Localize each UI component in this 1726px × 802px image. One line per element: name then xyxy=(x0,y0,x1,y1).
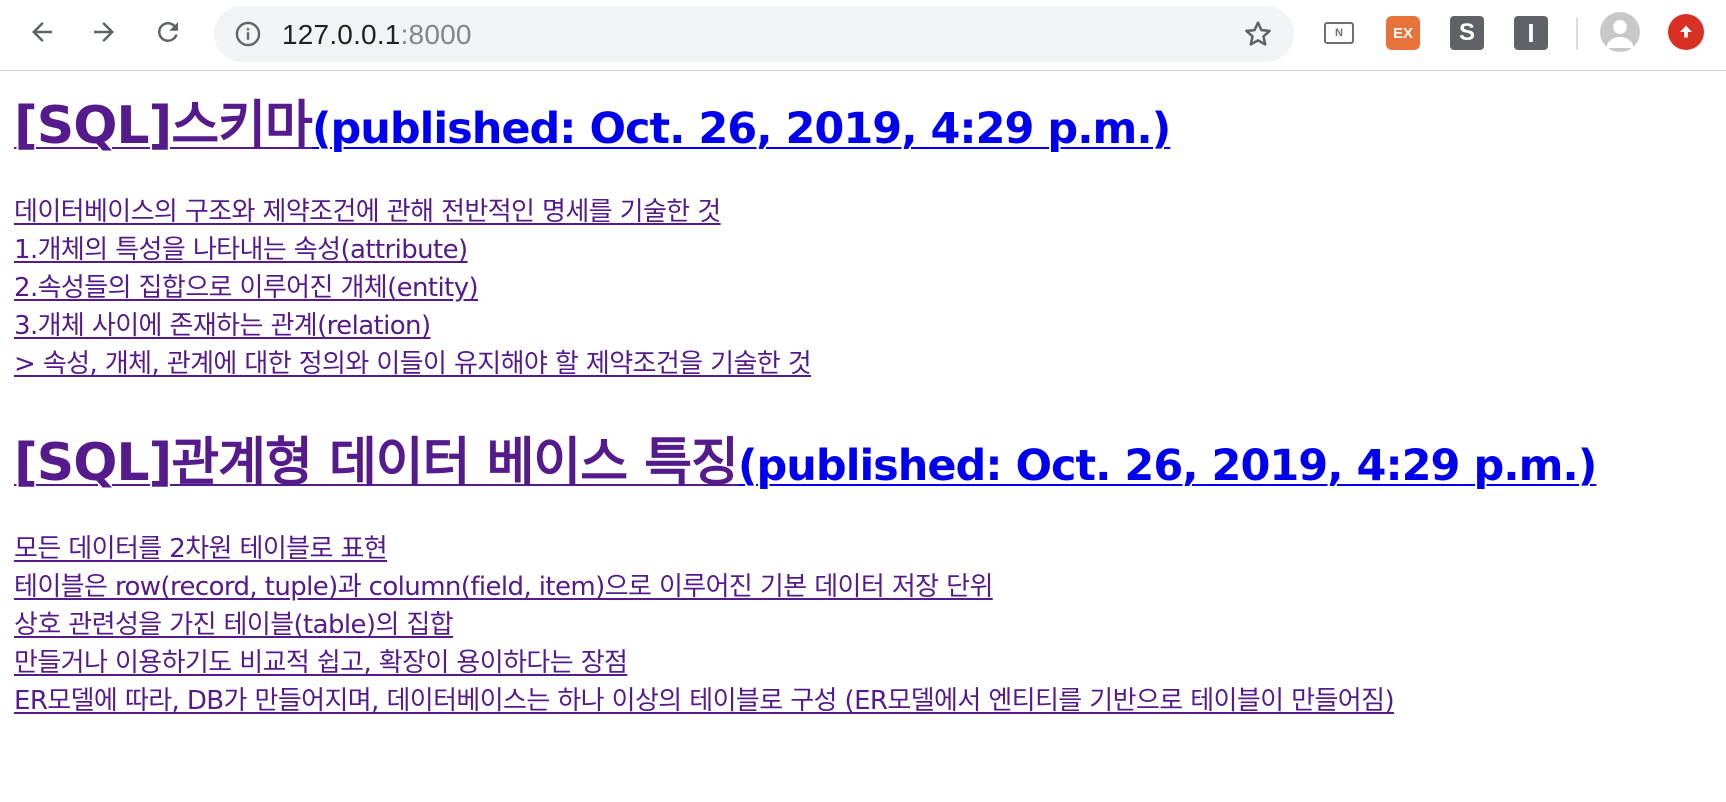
info-icon[interactable] xyxy=(234,20,262,48)
post-body: 데이터베이스의 구조와 제약조건에 관해 전반적인 명세를 기술한 것 1.개체… xyxy=(14,193,1714,383)
s-extension-icon[interactable]: S xyxy=(1450,16,1484,50)
post-title-link[interactable]: [SQL]스키마 xyxy=(14,96,313,156)
back-button[interactable] xyxy=(22,12,62,52)
naver-extension-icon[interactable]: N xyxy=(1322,16,1356,50)
url-host: 127.0.0.1 xyxy=(282,19,401,50)
post-body: 모든 데이터를 2차원 테이블로 표현 테이블은 row(record, tup… xyxy=(14,530,1714,720)
post-published-link[interactable]: (published: Oct. 26, 2019, 4:29 p.m.) xyxy=(312,104,1171,154)
post-body-line[interactable]: 만들거나 이용하기도 비교적 쉽고, 확장이 용이하다는 장점 xyxy=(14,644,1714,682)
url-port: :8000 xyxy=(400,19,472,50)
arrow-left-icon xyxy=(32,22,52,42)
post: [SQL]관계형 데이터 베이스 특징(published: Oct. 26, … xyxy=(14,407,1714,720)
forward-button[interactable] xyxy=(84,12,124,52)
post-heading: [SQL]스키마(published: Oct. 26, 2019, 4:29 … xyxy=(14,70,1714,185)
page-content: [SQL]스키마(published: Oct. 26, 2019, 4:29 … xyxy=(14,70,1714,744)
post-body-line[interactable]: 모든 데이터를 2차원 테이블로 표현 xyxy=(14,530,1714,568)
arrow-right-icon xyxy=(94,22,114,42)
update-arrow-icon[interactable] xyxy=(1668,14,1704,50)
post: [SQL]스키마(published: Oct. 26, 2019, 4:29 … xyxy=(14,70,1714,383)
i-extension-icon[interactable]: I xyxy=(1514,16,1548,50)
browser-toolbar: 127.0.0.1:8000 N EX S I xyxy=(0,0,1726,71)
ex-extension-icon[interactable]: EX xyxy=(1386,16,1420,50)
post-body-line[interactable]: 3.개체 사이에 존재하는 관계(relation) xyxy=(14,307,1714,345)
post-body-line[interactable]: 2.속성들의 집합으로 이루어진 개체(entity) xyxy=(14,269,1714,307)
post-heading: [SQL]관계형 데이터 베이스 특징(published: Oct. 26, … xyxy=(14,407,1714,522)
url-text[interactable]: 127.0.0.1:8000 xyxy=(282,19,472,51)
reload-icon xyxy=(157,21,178,42)
address-bar[interactable]: 127.0.0.1:8000 xyxy=(214,6,1294,62)
post-body-line[interactable]: 1.개체의 특성을 나타내는 속성(attribute) xyxy=(14,231,1714,269)
post-title-link[interactable]: [SQL]관계형 데이터 베이스 특징 xyxy=(14,433,739,493)
toolbar-divider xyxy=(1576,18,1578,50)
post-body-line[interactable]: > 속성, 개체, 관계에 대한 정의와 이들이 유지해야 할 제약조건을 기술… xyxy=(14,345,1714,383)
star-icon[interactable] xyxy=(1242,18,1274,50)
reload-button[interactable] xyxy=(148,12,188,52)
avatar-icon[interactable] xyxy=(1600,12,1640,52)
post-body-line[interactable]: 데이터베이스의 구조와 제약조건에 관해 전반적인 명세를 기술한 것 xyxy=(14,193,1714,231)
post-body-line[interactable]: 테이블은 row(record, tuple)과 column(field, i… xyxy=(14,568,1714,606)
post-published-link[interactable]: (published: Oct. 26, 2019, 4:29 p.m.) xyxy=(738,441,1597,491)
post-body-line[interactable]: 상호 관련성을 가진 테이블(table)의 집합 xyxy=(14,606,1714,644)
post-body-line[interactable]: ER모델에 따라, DB가 만들어지며, 데이터베이스는 하나 이상의 테이블로… xyxy=(14,682,1714,720)
